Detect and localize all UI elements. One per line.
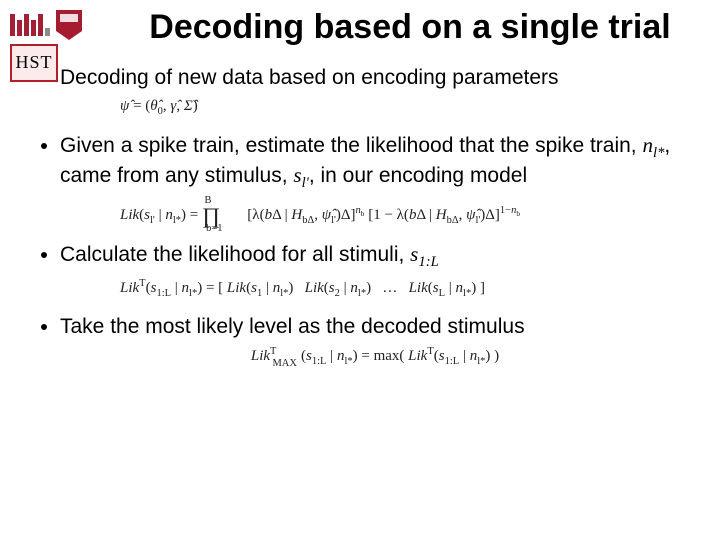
bullet-4-text: Take the most likely level as the decode… bbox=[60, 315, 525, 338]
slide-title: Decoding based on a single trial bbox=[130, 8, 690, 47]
bullet-2-slsub: l' bbox=[302, 175, 309, 191]
bullet-1: Decoding of new data based on encoding p… bbox=[60, 65, 690, 118]
logo-row-top bbox=[10, 10, 82, 40]
slide: HST Decoding based on a single trial Dec… bbox=[0, 0, 720, 540]
mit-logo-icon bbox=[10, 14, 50, 36]
affiliation-logos: HST bbox=[10, 10, 82, 82]
bullet-3-ssub: 1:L bbox=[418, 254, 438, 270]
hst-logo-label: HST bbox=[15, 52, 52, 73]
equation-argmax: LikTMAX(s1:L | nl*) = max( LikT(s1:L | n… bbox=[60, 346, 690, 369]
bullet-4: Take the most likely level as the decode… bbox=[60, 314, 690, 368]
hst-logo: HST bbox=[10, 44, 58, 82]
bullet-2-nl: n bbox=[642, 133, 653, 157]
equation-likelihood: Lik(sl' | nl*) = ∏b=1B [λ(bΔ | HbΔ, ψ̂l'… bbox=[120, 199, 690, 228]
bullet-2-nlsub: l* bbox=[653, 145, 664, 161]
equation-psi-hat: ψ̂ = (θ̂0, γ̂, Σ̂) bbox=[120, 97, 690, 119]
bullet-2-pre: Given a spike train, estimate the likeli… bbox=[60, 134, 642, 157]
bullet-list: Decoding of new data based on encoding p… bbox=[30, 65, 690, 369]
harvard-shield-icon bbox=[56, 10, 82, 40]
bullet-2-post: , in our encoding model bbox=[309, 164, 527, 187]
bullet-1-text: Decoding of new data based on encoding p… bbox=[60, 66, 559, 89]
equation-lik-vector: LikT(s1:L | nl*) = [ Lik(s1 | nl*) Lik(s… bbox=[120, 278, 690, 301]
bullet-2-sl: s bbox=[293, 163, 301, 187]
bullet-3: Calculate the likelihood for all stimuli… bbox=[60, 242, 690, 301]
bullet-2: Given a spike train, estimate the likeli… bbox=[60, 133, 690, 228]
bullet-3-pre: Calculate the likelihood for all stimuli… bbox=[60, 243, 410, 266]
